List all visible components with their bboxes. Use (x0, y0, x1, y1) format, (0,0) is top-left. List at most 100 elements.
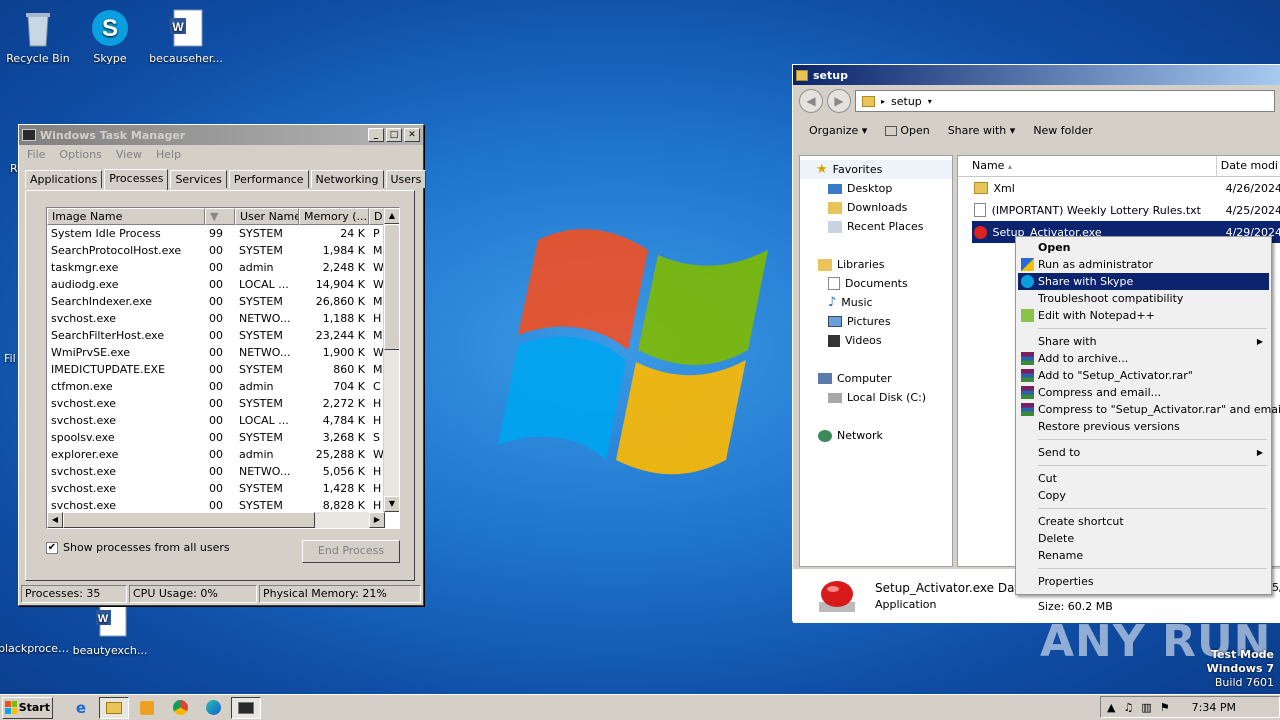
share-with-button[interactable]: Share with ▾ (948, 124, 1016, 137)
new-folder-button[interactable]: New folder (1033, 124, 1092, 137)
show-all-processes[interactable]: ✔ Show processes from all users (46, 541, 230, 554)
scroll-down-button[interactable]: ▼ (384, 496, 399, 512)
menu-item-open[interactable]: Open (1018, 239, 1269, 256)
nav-downloads[interactable]: Downloads (800, 198, 952, 217)
beautyexch-doc[interactable]: W beautyexch... (72, 600, 148, 657)
process-row[interactable]: audiodg.exe 00 LOCAL ... 14,904 KW (47, 276, 399, 293)
nav-local-disk[interactable]: Local Disk (C:) (800, 388, 952, 407)
menu-help[interactable]: Help (156, 148, 181, 161)
process-row[interactable]: ctfmon.exe 00 admin 704 KC (47, 378, 399, 395)
menu-item-add-to-setup-activator-rar[interactable]: Add to "Setup_Activator.rar" (1018, 367, 1269, 384)
nav-desktop[interactable]: Desktop (800, 179, 952, 198)
process-row[interactable]: svchost.exe 00 SYSTEM 2,272 KH (47, 395, 399, 412)
tab-processes[interactable]: Processes (104, 169, 169, 190)
chevron-down-icon[interactable]: ▾ (928, 97, 932, 106)
column-date[interactable]: Date modi (1217, 156, 1280, 176)
process-row[interactable]: SearchProtocolHost.exe 00 SYSTEM 1,984 KM (47, 242, 399, 259)
context-menu[interactable]: Open Run as administrator Share with Skype… (1015, 236, 1280, 595)
process-row[interactable]: spoolsv.exe 00 SYSTEM 3,268 KS (47, 429, 399, 446)
nav-computer[interactable]: Computer (800, 369, 952, 388)
menu-options[interactable]: Options (59, 148, 101, 161)
vertical-scrollbar[interactable]: ▲ ▼ (383, 208, 399, 512)
process-row[interactable]: svchost.exe 00 NETWO... 1,188 KH (47, 310, 399, 327)
recycle-bin[interactable]: Recycle Bin (0, 8, 76, 65)
taskbar-chrome[interactable] (165, 697, 195, 719)
column-name[interactable]: Name ▴ (958, 156, 1217, 176)
task-manager-window[interactable]: Windows Task Manager _ □ ✕ File Options … (18, 124, 427, 606)
network-tray-icon[interactable]: ▥ (1141, 701, 1151, 714)
process-list[interactable]: Image Name ▼ User Name Memory (... D Sys… (46, 207, 400, 529)
menu-item-share-with-skype[interactable]: Share with Skype (1018, 273, 1269, 290)
menu-item-edit-with-notepad[interactable]: Edit with Notepad++ (1018, 307, 1269, 324)
process-row[interactable]: IMEDICTUPDATE.EXE 00 SYSTEM 860 KM (47, 361, 399, 378)
nav-recent-places[interactable]: Recent Places (800, 217, 952, 236)
open-button[interactable]: Open (885, 124, 930, 137)
nav-documents[interactable]: Documents (800, 274, 952, 293)
menu-item-compress-to-setup-activator-rar-and-email[interactable]: Compress to "Setup_Activator.rar" and em… (1018, 401, 1280, 418)
horizontal-scrollbar[interactable]: ◀ ▶ (47, 512, 385, 528)
menu-item-troubleshoot-compatibility[interactable]: Troubleshoot compatibility (1018, 290, 1269, 307)
column-image-name[interactable]: Image Name (47, 208, 205, 225)
skype-shortcut[interactable]: S Skype (72, 8, 148, 65)
tab-networking[interactable]: Networking (310, 170, 384, 188)
show-all-checkbox[interactable]: ✔ (46, 541, 58, 554)
nav-favorites[interactable]: ★ Favorites (800, 160, 952, 179)
minimize-button[interactable]: _ (368, 128, 384, 142)
menu-item-delete[interactable]: Delete (1018, 530, 1269, 547)
address-bar[interactable]: ▸ setup ▾ (855, 90, 1275, 112)
menu-item-cut[interactable]: Cut (1018, 470, 1269, 487)
process-row[interactable]: svchost.exe 00 NETWO... 5,056 KH (47, 463, 399, 480)
process-row[interactable]: WmiPrvSE.exe 00 NETWO... 1,900 KW (47, 344, 399, 361)
menu-item-restore-previous-versions[interactable]: Restore previous versions (1018, 418, 1269, 435)
column-user-name[interactable]: User Name (235, 208, 299, 225)
menu-item-copy[interactable]: Copy (1018, 487, 1269, 504)
blackprocess-doc[interactable]: blackproces... (0, 612, 74, 655)
menu-item-run-as-administrator[interactable]: Run as administrator (1018, 256, 1269, 273)
nav-libraries[interactable]: Libraries (800, 255, 952, 274)
nav-videos[interactable]: Videos (800, 331, 952, 350)
file-row-xml[interactable]: Xml 4/26/2024 (958, 177, 1280, 199)
end-process-button[interactable]: End Process (302, 540, 400, 563)
process-row[interactable]: taskmgr.exe 00 admin 2,248 KW (47, 259, 399, 276)
process-row[interactable]: svchost.exe 00 SYSTEM 1,428 KH (47, 480, 399, 497)
menu-item-compress-and-email[interactable]: Compress and email... (1018, 384, 1269, 401)
nav-network[interactable]: Network (800, 426, 952, 445)
close-button[interactable]: ✕ (404, 128, 420, 142)
taskbar-ie[interactable]: e (66, 697, 96, 719)
scroll-thumb[interactable] (384, 224, 399, 350)
becauseher-doc[interactable]: W becauseher... (148, 8, 224, 65)
menu-item-add-to-archive[interactable]: Add to archive... (1018, 350, 1269, 367)
menu-file[interactable]: File (27, 148, 45, 161)
nav-music[interactable]: ♪ Music (800, 293, 952, 312)
taskbar-explorer[interactable] (99, 696, 129, 719)
process-row[interactable]: SearchFilterHost.exe 00 SYSTEM 23,244 KM (47, 327, 399, 344)
show-hidden-icons[interactable]: ▲ (1107, 701, 1115, 714)
organize-button[interactable]: Organize ▾ (809, 124, 867, 137)
menu-item-create-shortcut[interactable]: Create shortcut (1018, 513, 1269, 530)
file-row-txt[interactable]: (IMPORTANT) Weekly Lottery Rules.txt 4/25… (958, 199, 1280, 221)
action-center-icon[interactable]: ⚑ (1160, 701, 1170, 714)
maximize-button[interactable]: □ (386, 128, 402, 142)
tab-applications[interactable]: Applications (25, 170, 103, 188)
scroll-up-button[interactable]: ▲ (384, 208, 399, 224)
process-row[interactable]: svchost.exe 00 LOCAL ... 4,784 KH (47, 412, 399, 429)
nav-pictures[interactable]: Pictures (800, 312, 952, 331)
column-cpu[interactable]: ▼ (205, 208, 235, 225)
taskbar-taskmgr[interactable] (231, 696, 261, 719)
scroll-left-button[interactable]: ◀ (47, 512, 63, 528)
back-button[interactable]: ◀ (799, 89, 823, 113)
process-row[interactable]: SearchIndexer.exe 00 SYSTEM 26,860 KM (47, 293, 399, 310)
tab-performance[interactable]: Performance (228, 170, 309, 188)
volume-icon[interactable]: ♫ (1123, 701, 1133, 714)
menu-view[interactable]: View (116, 148, 142, 161)
scroll-thumb-h[interactable] (63, 512, 315, 528)
process-row[interactable]: System Idle Process 99 SYSTEM 24 KP (47, 225, 399, 242)
task-manager-titlebar[interactable]: Windows Task Manager _ □ ✕ (19, 125, 423, 145)
tab-users[interactable]: Users (385, 170, 427, 188)
start-button[interactable]: Start (2, 696, 53, 719)
column-memory[interactable]: Memory (... (299, 208, 369, 225)
menu-item-send-to[interactable]: Send to ▶ (1018, 444, 1269, 461)
taskbar-media[interactable] (132, 697, 162, 719)
taskbar-edge[interactable] (198, 697, 228, 719)
forward-button[interactable]: ▶ (827, 89, 851, 113)
